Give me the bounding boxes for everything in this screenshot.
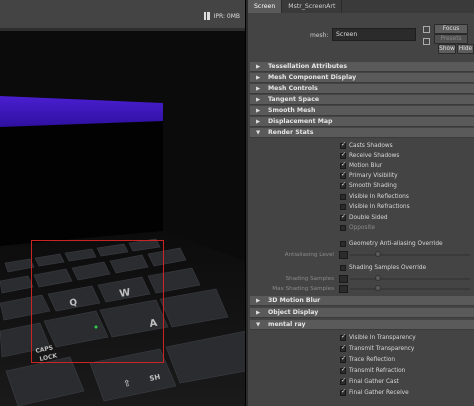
expand-arrow-icon: ▶ [256,119,261,125]
tab-screen[interactable]: Screen [248,0,283,13]
checkbox-box[interactable] [340,355,346,363]
checkbox-box[interactable] [340,264,346,271]
mesh-name-field[interactable] [332,28,416,41]
visible-in-reflections-checkbox[interactable]: Visible In Reflections [340,192,409,201]
checkbox-box[interactable] [340,344,346,352]
checkbox-box[interactable] [340,193,346,200]
max-shading-samples-slider-handle[interactable] [375,285,381,291]
section-mesh-controls[interactable]: ▶ Mesh Controls [250,84,474,94]
final-gather-receive-checkbox[interactable]: Final Gather Receive [340,388,409,397]
section-smooth-mesh[interactable]: ▶ Smooth Mesh [250,106,474,116]
input-connection-icon[interactable] [423,26,430,33]
collapse-arrow-icon: ▼ [256,322,261,328]
shading-samples-field[interactable] [339,275,348,283]
checkbox-box[interactable] [340,333,346,341]
ipr-status: IPR: 0MB [203,12,240,20]
hide-button[interactable]: Hide [457,44,474,54]
shading-samples-slider[interactable] [350,278,470,280]
primary-visibility-checkbox[interactable]: Primary Visibility [340,171,398,180]
render-region-marquee[interactable] [31,240,164,363]
section-mental-ray[interactable]: ▼ mental ray [250,320,474,330]
smooth-shading-checkbox[interactable]: Smooth Shading [340,181,397,190]
antialiasing-level-field[interactable] [339,251,348,259]
checkbox-box[interactable] [340,388,346,396]
checkbox-box[interactable] [340,181,346,189]
shading-samples-override-checkbox[interactable]: Shading Samples Override [340,263,426,272]
expand-arrow-icon: ▶ [256,108,261,114]
antialiasing-level-slider-handle[interactable] [375,251,381,257]
presets-button[interactable]: Presets [434,34,468,44]
node-name-row: mesh: Focus Presets Show Hide [248,14,474,60]
visible-in-refractions-checkbox[interactable]: Visible In Refractions [340,202,410,211]
render-stats-panel: Casts Shadows Receive Shadows Motion Blu… [250,139,474,294]
checkbox-box[interactable] [340,213,346,221]
section-tessellation-attributes[interactable]: ▶ Tessellation Attributes [250,62,474,72]
motion-blur-checkbox[interactable]: Motion Blur [340,161,382,170]
expand-arrow-icon: ▶ [256,86,261,92]
ipr-memory-label: IPR: 0MB [213,12,240,20]
max-shading-samples-label: Max Shading Samples [272,286,334,292]
collapse-arrow-icon: ▼ [256,130,261,136]
section-mesh-component-display[interactable]: ▶ Mesh Component Display [250,73,474,83]
transmit-refraction-checkbox[interactable]: Transmit Refraction [340,366,405,375]
checkbox-box[interactable] [340,240,346,247]
section-tangent-space[interactable]: ▶ Tangent Space [250,95,474,105]
double-sided-checkbox[interactable]: Double Sided [340,213,388,222]
max-shading-samples-field[interactable] [339,285,348,293]
antialiasing-level-label: Antialiasing Level [284,252,334,258]
receive-shadows-checkbox[interactable]: Receive Shadows [340,151,399,160]
focus-button[interactable]: Focus [434,24,468,34]
geometry-aa-override-checkbox[interactable]: Geometry Anti-aliasing Override [340,239,443,248]
section-3d-motion-blur[interactable]: ▶ 3D Motion Blur [250,296,474,306]
checkbox-box[interactable] [340,377,346,385]
antialiasing-level-slider[interactable] [350,254,470,256]
final-gather-cast-checkbox[interactable]: Final Gather Cast [340,377,399,386]
pause-icon[interactable] [203,12,211,20]
shading-samples-label: Shading Samples [285,276,334,282]
checkbox-box[interactable] [340,171,346,179]
expand-arrow-icon: ▶ [256,75,261,81]
mental-ray-panel: Visible In Transparency Transmit Transpa… [250,331,474,406]
expand-arrow-icon: ▶ [256,298,261,304]
checkbox-box[interactable] [340,151,346,159]
output-connection-icon[interactable] [423,38,430,45]
render-viewport[interactable]: IPR: 0MB Q W A CAPS LOCK ⇧ SH [0,0,246,406]
checkbox-box[interactable] [340,203,346,210]
node-nav-icons [423,26,433,50]
expand-arrow-icon: ▶ [256,97,261,103]
checkbox-box[interactable] [340,224,346,231]
show-button[interactable]: Show [438,44,456,54]
attribute-editor: Screen Mstr_ScreenArt mesh: Focus Preset… [248,0,474,406]
mesh-label: mesh: [310,32,329,39]
checkbox-box[interactable] [340,161,346,169]
max-shading-samples-slider[interactable] [350,288,470,290]
node-tabs: Screen Mstr_ScreenArt [248,0,474,13]
viewport-toolbar: IPR: 0MB [0,0,245,28]
checkbox-box[interactable] [340,366,346,374]
expand-arrow-icon: ▶ [256,310,261,316]
section-render-stats[interactable]: ▼ Render Stats [250,128,474,138]
expand-arrow-icon: ▶ [256,64,261,70]
opposite-checkbox[interactable]: Opposite [340,223,375,232]
section-displacement-map[interactable]: ▶ Displacement Map [250,117,474,127]
shading-samples-slider-handle[interactable] [375,275,381,281]
trace-reflection-checkbox[interactable]: Trace Reflection [340,355,395,364]
tab-mstr-screenart[interactable]: Mstr_ScreenArt [282,0,343,13]
casts-shadows-checkbox[interactable]: Casts Shadows [340,141,393,150]
visible-in-transparency-checkbox[interactable]: Visible In Transparency [340,333,416,342]
checkbox-box[interactable] [340,141,346,149]
transmit-transparency-checkbox[interactable]: Transmit Transparency [340,344,414,353]
section-object-display[interactable]: ▶ Object Display [250,308,474,318]
